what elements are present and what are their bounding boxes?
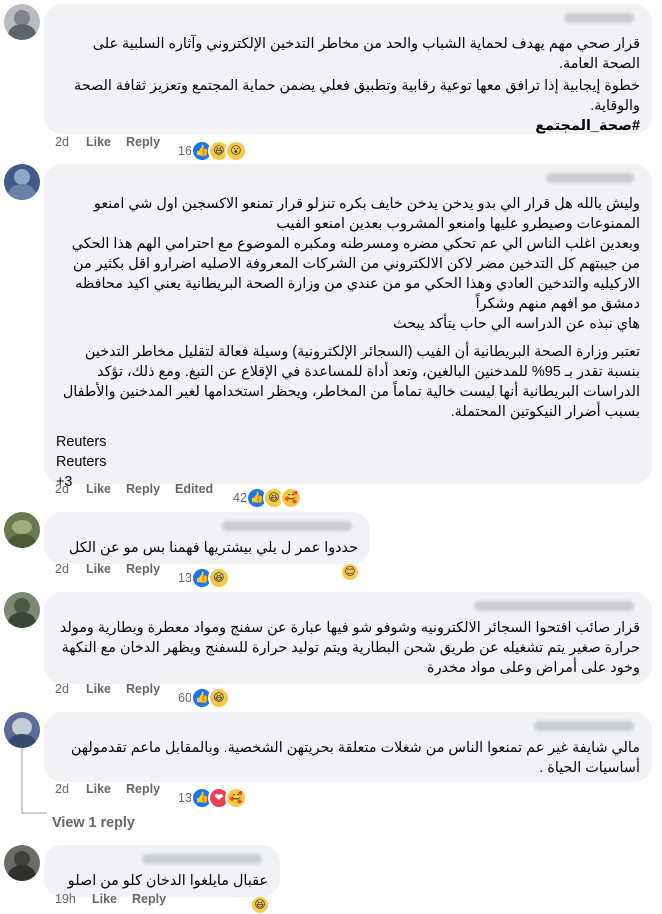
author-name-blurred[interactable] xyxy=(564,13,634,23)
reply-button[interactable]: Reply xyxy=(132,892,166,906)
like-button[interactable]: Like xyxy=(86,782,111,796)
comment-text: هاي نبذه عن الدراسه الي حاب يتأكد يبحث xyxy=(393,316,640,332)
edited-label[interactable]: Edited xyxy=(175,482,213,496)
comment-bubble: قرار صائب افتحوا السجائر الالكترونيه وشو… xyxy=(44,592,652,684)
smile-emoji-icon: 😊 xyxy=(342,564,358,580)
reply-button[interactable]: Reply xyxy=(126,135,160,149)
reaction-count: 16 xyxy=(178,144,192,158)
comment-text: مالي شايفة غير عم تمنعوا الناس من شغلات … xyxy=(70,740,640,776)
reply-thread-curve xyxy=(21,812,47,814)
avatar[interactable] xyxy=(4,4,40,40)
author-name-blurred[interactable] xyxy=(546,173,634,183)
comment-text: حددوا عمر ل يلي بيشتريها فهمنا بس مو عن … xyxy=(68,540,358,556)
comment-text: عقبال مايلغوا الدخان كلو من اصلو xyxy=(67,873,268,889)
comment-time[interactable]: 2d xyxy=(55,135,69,149)
view-replies-link[interactable]: View 1 reply xyxy=(52,815,135,831)
care-icon: 🥰 xyxy=(279,487,302,509)
reaction-summary[interactable]: 42 👍 😆 🥰 xyxy=(233,487,302,509)
avatar[interactable] xyxy=(4,712,40,748)
reaction-summary[interactable]: 13 👍 ❤ 🥰 xyxy=(178,787,247,809)
reaction-summary[interactable]: 60 👍 😆 xyxy=(178,687,230,709)
reaction-count: 13 xyxy=(178,791,192,805)
comment-text: قرار صحي مهم يهدف لحماية الشباب والحد من… xyxy=(92,36,640,72)
comment-text: وليش بالله هل قرار الي بدو يدخن يدخن خاي… xyxy=(93,196,640,232)
like-button[interactable]: Like xyxy=(86,135,111,149)
comment-bubble: مالي شايفة غير عم تمنعوا الناس من شغلات … xyxy=(44,712,652,782)
reply-button[interactable]: Reply xyxy=(126,562,160,576)
comment-text: وبعدين اغلب الناس الي عم تحكي مضره ومسرط… xyxy=(71,236,640,312)
comment-time[interactable]: 2d xyxy=(55,682,69,696)
comment-bubble: حددوا عمر ل يلي بيشتريها فهمنا بس مو عن … xyxy=(44,512,370,580)
care-icon: 🥰 xyxy=(224,787,247,809)
comment-time[interactable]: 19h xyxy=(55,892,76,906)
haha-icon: 😆 xyxy=(207,687,230,709)
author-name-blurred[interactable] xyxy=(474,601,634,611)
author-name-blurred[interactable] xyxy=(222,521,352,531)
comment-bubble: وليش بالله هل قرار الي بدو يدخن يدخن خاي… xyxy=(44,164,652,490)
author-name-blurred[interactable] xyxy=(534,721,634,731)
author-name-blurred[interactable] xyxy=(142,854,262,864)
like-button[interactable]: Like xyxy=(92,892,117,906)
comment-time[interactable]: 2d xyxy=(55,782,69,796)
reaction-summary[interactable]: 13 👍 😆 xyxy=(178,567,230,589)
comment-bubble: قرار صحي مهم يهدف لحماية الشباب والحد من… xyxy=(44,4,652,134)
laughing-emoji-icon: 😆 xyxy=(252,897,268,913)
reply-thread-line xyxy=(21,748,23,812)
reaction-summary[interactable]: 16 👍 😆 😮 xyxy=(178,140,247,162)
source-link[interactable]: Reuters xyxy=(56,452,640,472)
reply-button[interactable]: Reply xyxy=(126,682,160,696)
comment-text: خطوة إيجابية إذا ترافق معها توعية رقابية… xyxy=(74,78,640,114)
comment-bubble: عقبال مايلغوا الدخان كلو من اصلو 😆 xyxy=(44,845,280,913)
avatar[interactable] xyxy=(4,845,40,881)
like-button[interactable]: Like xyxy=(86,482,111,496)
like-button[interactable]: Like xyxy=(86,562,111,576)
source-link[interactable]: Reuters xyxy=(56,432,640,452)
like-button[interactable]: Like xyxy=(86,682,111,696)
avatar[interactable] xyxy=(4,592,40,628)
wow-icon: 😮 xyxy=(224,140,247,162)
haha-icon: 😆 xyxy=(207,567,230,589)
avatar[interactable] xyxy=(4,512,40,548)
reply-button[interactable]: Reply xyxy=(126,782,160,796)
reaction-count: 13 xyxy=(178,571,192,585)
comment-time[interactable]: 2d xyxy=(55,482,69,496)
comment-text: قرار صائب افتحوا السجائر الالكترونيه وشو… xyxy=(59,620,640,676)
hashtag[interactable]: #صحة_المجتمع xyxy=(56,116,640,136)
comment-time[interactable]: 2d xyxy=(55,562,69,576)
reaction-count: 42 xyxy=(233,491,247,505)
comment-text: تعتبر وزارة الصحة البريطانية أن الفيب (ا… xyxy=(62,344,640,420)
avatar[interactable] xyxy=(4,164,40,200)
reply-button[interactable]: Reply xyxy=(126,482,160,496)
reaction-count: 60 xyxy=(178,691,192,705)
